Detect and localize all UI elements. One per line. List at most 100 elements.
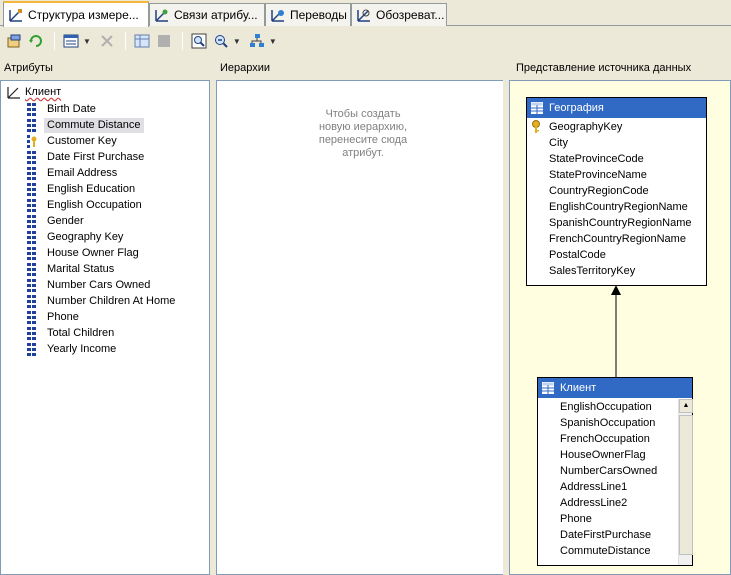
hint-line: атрибут.: [342, 147, 384, 159]
attribute-label: Number Children At Home: [47, 294, 176, 307]
attribute-item[interactable]: Email Address: [27, 165, 178, 181]
column-row[interactable]: FrenchCountryRegionName: [527, 231, 706, 247]
column-row[interactable]: CountryRegionCode: [527, 183, 706, 199]
tab-browser[interactable]: Обозреват...: [351, 3, 447, 26]
column-row[interactable]: StateProvinceCode: [527, 151, 706, 167]
hierarchies-pane[interactable]: Чтобы создать новую иерархию, перенесите…: [216, 80, 508, 575]
attribute-item[interactable]: House Owner Flag: [27, 245, 178, 261]
scroll-up-icon[interactable]: ▲: [679, 399, 693, 413]
attribute-item[interactable]: Number Cars Owned: [27, 277, 178, 293]
column-name: NumberCarsOwned: [560, 465, 658, 477]
attribute-item[interactable]: Phone: [27, 309, 178, 325]
table-title: География: [549, 102, 604, 114]
tab-translations[interactable]: Переводы: [265, 3, 351, 26]
view-list-button[interactable]: [61, 31, 81, 51]
attribute-icon: [27, 166, 36, 180]
toolbar-separator: [181, 32, 183, 50]
column-row[interactable]: NumberCarsOwned: [538, 463, 692, 479]
delete-button[interactable]: [97, 31, 117, 51]
attribute-icon: [27, 246, 36, 260]
new-attribute-button[interactable]: [4, 31, 24, 51]
column-row[interactable]: SalesTerritoryKey: [527, 263, 706, 279]
layout-icon: [249, 34, 264, 47]
zoom-fit-button[interactable]: [189, 31, 209, 51]
hint-line: новую иерархию,: [318, 121, 408, 133]
attribute-item[interactable]: Yearly Income: [27, 341, 178, 357]
tab-attribute-relationships[interactable]: Связи атрибу...: [149, 3, 265, 26]
column-row[interactable]: City: [527, 135, 706, 151]
translations-icon: [271, 10, 284, 22]
table-header[interactable]: География: [527, 98, 706, 118]
column-row[interactable]: SpanishCountryRegionName: [527, 215, 706, 231]
refresh-button[interactable]: [26, 31, 46, 51]
column-name: CountryRegionCode: [549, 185, 649, 197]
column-row[interactable]: CommuteDistance: [538, 543, 692, 559]
column-name: StateProvinceCode: [549, 153, 644, 165]
column-name: FrenchOccupation: [560, 433, 650, 445]
scrollbar[interactable]: ▲: [678, 399, 693, 565]
column-row[interactable]: EnglishOccupation: [538, 399, 692, 415]
column-row[interactable]: AddressLine2: [538, 495, 692, 511]
hierarchies-pane-title: Иерархии: [220, 62, 271, 74]
attributes-pane[interactable]: Клиент Birth Date Commute Distance Custome…: [0, 80, 210, 575]
table-header[interactable]: Клиент: [538, 378, 692, 398]
toolbar-separator: [54, 32, 55, 50]
chevron-down-icon[interactable]: ▼: [233, 37, 241, 46]
data-source-view-pane[interactable]: География GeographyKey City StateProvinceC…: [509, 80, 731, 575]
column-name: FrenchCountryRegionName: [549, 233, 686, 245]
zoom-out-button[interactable]: [211, 31, 231, 51]
attribute-item[interactable]: Marital Status: [27, 261, 178, 277]
attribute-item[interactable]: English Education: [27, 181, 178, 197]
grid-icon: [134, 34, 150, 48]
tab-label: Структура измере...: [28, 8, 139, 22]
column-row[interactable]: StateProvinceName: [527, 167, 706, 183]
hint-line: Чтобы создать: [325, 108, 401, 120]
column-row[interactable]: PostalCode: [527, 247, 706, 263]
column-name: CommuteDistance: [560, 545, 651, 557]
dimension-root[interactable]: Клиент: [7, 85, 61, 99]
attribute-icon: [27, 326, 36, 340]
column-name: DateFirstPurchase: [560, 529, 652, 541]
client-table[interactable]: Клиент EnglishOccupation SpanishOccupatio…: [537, 377, 693, 566]
attribute-item[interactable]: Total Children: [27, 325, 178, 341]
column-row[interactable]: EnglishCountryRegionName: [527, 199, 706, 215]
column-row[interactable]: FrenchOccupation: [538, 431, 692, 447]
dimension-name: Клиент: [25, 86, 62, 98]
column-row[interactable]: SpanishOccupation: [538, 415, 692, 431]
column-row[interactable]: HouseOwnerFlag: [538, 447, 692, 463]
grid-button[interactable]: [132, 31, 152, 51]
attribute-icon: [27, 310, 36, 324]
chevron-down-icon[interactable]: ▼: [269, 37, 277, 46]
attribute-item[interactable]: Number Children At Home: [27, 293, 178, 309]
delete-icon: [101, 35, 113, 47]
attribute-item[interactable]: Gender: [27, 213, 178, 229]
column-row[interactable]: Phone: [538, 511, 692, 527]
zoom-out-icon: [214, 35, 228, 48]
geography-table[interactable]: География GeographyKey City StateProvinceC…: [526, 97, 707, 286]
column-row[interactable]: GeographyKey: [527, 119, 706, 135]
column-row[interactable]: DateFirstPurchase: [538, 527, 692, 543]
attribute-icon: [27, 230, 36, 244]
tab-dimension-structure[interactable]: Структура измере...: [3, 1, 149, 27]
column-row[interactable]: AddressLine1: [538, 479, 692, 495]
attribute-label: Email Address: [47, 166, 118, 179]
stop-button[interactable]: [154, 31, 174, 51]
attribute-item[interactable]: English Occupation: [27, 197, 178, 213]
attribute-label: English Education: [47, 182, 136, 195]
dimension-structure-icon: [9, 9, 22, 22]
column-name: SpanishCountryRegionName: [549, 217, 692, 229]
attribute-icon: [27, 198, 36, 212]
primary-key-icon: [532, 120, 540, 133]
column-name: StateProvinceName: [549, 169, 647, 181]
attribute-item[interactable]: Geography Key: [27, 229, 178, 245]
attribute-item[interactable]: Date First Purchase: [27, 149, 178, 165]
attribute-item[interactable]: Commute Distance: [27, 117, 178, 133]
attribute-item[interactable]: Customer Key: [27, 133, 178, 149]
attribute-item[interactable]: Birth Date: [27, 101, 178, 117]
chevron-down-icon[interactable]: ▼: [83, 37, 91, 46]
attributes-pane-title: Атрибуты: [4, 62, 53, 74]
scroll-thumb[interactable]: [679, 415, 693, 555]
attribute-label: Marital Status: [47, 262, 115, 275]
refresh-icon: [29, 35, 42, 47]
layout-button[interactable]: [247, 31, 267, 51]
